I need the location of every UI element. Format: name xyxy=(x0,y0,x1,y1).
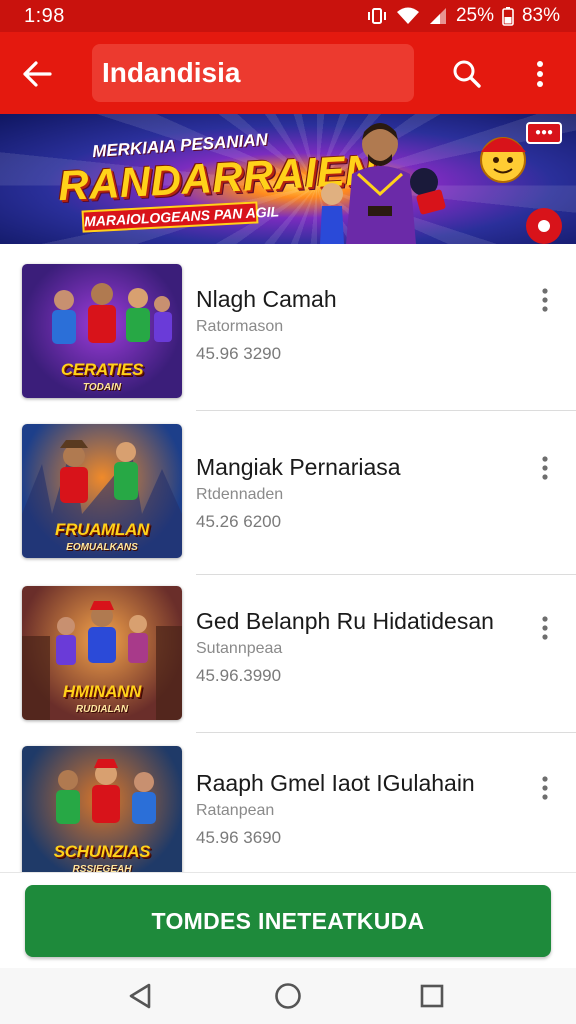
page-title: Indandisia xyxy=(102,57,241,88)
thumb-subtitle: RSSIEGEAH xyxy=(72,864,132,872)
thumb-subtitle: EOMUALKANS xyxy=(66,542,138,553)
item-more-icon[interactable] xyxy=(532,768,558,808)
thumb-subtitle: RUDIALAN xyxy=(75,704,129,715)
item-title: Ged Belanph Ru Hidatidesan xyxy=(196,608,494,634)
search-title-field[interactable]: Indandisia xyxy=(92,44,414,102)
thumb-title: CERATIES xyxy=(60,360,144,379)
signal-percent: 83% xyxy=(521,5,560,26)
item-more-icon[interactable] xyxy=(532,280,558,320)
vibrate-icon xyxy=(366,6,388,26)
banner-badge: ●●● xyxy=(526,122,562,144)
item-subtitle: Rtdennaden xyxy=(196,486,284,503)
thumb-title: SCHUNZIAS xyxy=(53,842,151,861)
list-item[interactable]: SCHUNZIAS RSSIEGEAH Raaph Gmel Iaot IGul… xyxy=(0,732,576,872)
thumb-subtitle: TODAIN xyxy=(82,382,122,393)
promo-banner[interactable]: MERKIAIA PESANIAN RANDARRAIEN MARAIOLOGE… xyxy=(0,114,576,244)
item-meta: 45.96.3990 xyxy=(196,666,282,685)
game-thumbnail: SCHUNZIAS RSSIEGEAH xyxy=(22,746,182,872)
back-arrow-icon[interactable] xyxy=(16,53,58,95)
status-time: 1:98 xyxy=(24,5,65,27)
item-title: Nlagh Camah xyxy=(196,286,337,312)
item-more-icon[interactable] xyxy=(532,608,558,648)
battery-icon xyxy=(502,6,514,26)
nav-back-icon[interactable] xyxy=(122,978,158,1014)
list-item[interactable]: HMINANN RUDIALAN Ged Belanph Ru Hidatide… xyxy=(0,570,576,733)
item-meta: 45.96 3690 xyxy=(196,828,282,847)
item-subtitle: Ratormason xyxy=(196,318,284,335)
system-nav-bar xyxy=(0,968,576,1024)
item-title: Raaph Gmel Iaot IGulahain xyxy=(196,770,475,796)
item-subtitle: Ratanpean xyxy=(196,802,275,819)
search-icon[interactable] xyxy=(446,53,488,95)
app-bar: Indandisia xyxy=(0,32,576,114)
nav-recents-icon[interactable] xyxy=(414,978,450,1014)
list-item[interactable]: FRUAMLAN EOMUALKANS Mangiak Pernariasa R… xyxy=(0,406,576,575)
game-thumbnail: CERATIES TODAIN xyxy=(22,264,182,398)
battery-percent: 25% xyxy=(455,5,494,26)
item-title: Mangiak Pernariasa xyxy=(196,454,401,480)
status-icons: 25% 83% xyxy=(366,5,560,27)
more-vert-icon[interactable] xyxy=(520,53,560,95)
game-thumbnail: HMINANN RUDIALAN xyxy=(22,586,182,720)
thumb-title: HMINANN xyxy=(62,682,142,701)
list-item[interactable]: CERATIES TODAIN Nlagh Camah Ratormason 4… xyxy=(0,244,576,411)
thumb-title: FRUAMLAN xyxy=(55,520,149,539)
status-bar: 1:98 25% 83% xyxy=(0,0,576,32)
nav-home-icon[interactable] xyxy=(270,978,306,1014)
game-thumbnail: FRUAMLAN EOMUALKANS xyxy=(22,424,182,558)
item-meta: 45.26 6200 xyxy=(196,512,282,531)
item-meta: 45.96 3290 xyxy=(196,344,282,363)
item-subtitle: Sutannpeaa xyxy=(196,640,283,657)
cell-signal-icon xyxy=(428,6,448,26)
primary-action-button[interactable]: TOMDES INETEATKUDA xyxy=(25,885,551,957)
game-list: CERATIES TODAIN Nlagh Camah Ratormason 4… xyxy=(0,244,576,872)
item-more-icon[interactable] xyxy=(532,448,558,488)
bottom-action-area: TOMDES INETEATKUDA xyxy=(0,872,576,968)
wifi-icon xyxy=(396,6,420,26)
